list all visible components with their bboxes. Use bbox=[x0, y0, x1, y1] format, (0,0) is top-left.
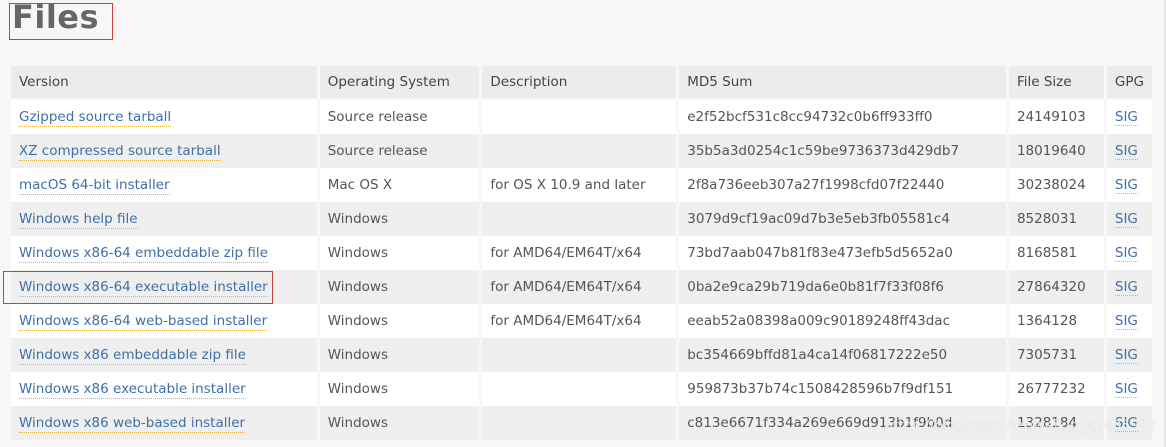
version-link[interactable]: macOS 64-bit installer bbox=[19, 177, 170, 195]
description-cell bbox=[482, 372, 680, 406]
file-size-cell: 8168581 bbox=[1008, 236, 1107, 270]
md5-cell: 3079d9cf19ac09d7b3e5eb3fb05581c4 bbox=[679, 202, 1009, 236]
gpg-cell: SIG bbox=[1106, 100, 1152, 134]
md5-cell: bc354669bffd81a4ca14f06817222e50 bbox=[679, 338, 1009, 372]
file-size-cell: 24149103 bbox=[1008, 100, 1107, 134]
md5-cell: 2f8a736eeb307a27f1998cfd07f22440 bbox=[679, 168, 1009, 202]
table-row: Windows x86-64 executable installer Windo… bbox=[11, 270, 1152, 304]
description-cell bbox=[482, 202, 680, 236]
file-size-cell: 27864320 bbox=[1008, 270, 1107, 304]
gpg-sig-link[interactable]: SIG bbox=[1114, 245, 1138, 262]
gpg-sig-link[interactable]: SIG bbox=[1114, 381, 1138, 398]
table-row: Windows x86-64 web-based installer Window… bbox=[11, 304, 1152, 338]
version-link[interactable]: Windows x86-64 executable installer bbox=[19, 279, 268, 297]
version-cell: Windows x86-64 executable installer bbox=[11, 270, 320, 304]
table-body: Gzipped source tarball Source release e2f5… bbox=[11, 100, 1152, 440]
os-cell: Windows bbox=[319, 304, 483, 338]
version-link[interactable]: Windows x86-64 web-based installer bbox=[19, 313, 268, 331]
table-row: Windows x86-64 embeddable zip file Window… bbox=[11, 236, 1152, 270]
gpg-sig-link[interactable]: SIG bbox=[1114, 347, 1138, 364]
gpg-sig-link[interactable]: SIG bbox=[1114, 143, 1138, 160]
version-cell: Windows x86-64 embeddable zip file bbox=[11, 236, 320, 270]
version-link[interactable]: XZ compressed source tarball bbox=[19, 143, 221, 161]
os-cell: Windows bbox=[319, 202, 483, 236]
version-cell: XZ compressed source tarball bbox=[11, 134, 320, 168]
description-cell bbox=[482, 134, 680, 168]
gpg-sig-link[interactable]: SIG bbox=[1114, 279, 1138, 296]
version-cell: Windows x86 web-based installer bbox=[11, 406, 320, 440]
md5-cell: e2f52bcf531c8cc94732c0b6ff933ff0 bbox=[679, 100, 1009, 134]
os-cell: Mac OS X bbox=[319, 168, 483, 202]
files-page: Files Version Operating System Descripti… bbox=[0, 0, 1166, 447]
os-cell: Windows bbox=[319, 406, 483, 440]
description-cell bbox=[482, 338, 680, 372]
table-row: XZ compressed source tarball Source relea… bbox=[11, 134, 1152, 168]
watermark: https://blog.csdn.net/weixin_42435987 bbox=[884, 418, 1158, 434]
title-annotation-box bbox=[9, 3, 113, 40]
description-cell: for AMD64/EM64T/x64 bbox=[482, 270, 680, 304]
version-link[interactable]: Windows x86 web-based installer bbox=[19, 415, 246, 433]
header-file-size: File Size bbox=[1008, 66, 1107, 100]
table-row: Gzipped source tarball Source release e2f5… bbox=[11, 100, 1152, 134]
os-cell: Source release bbox=[319, 134, 483, 168]
gpg-cell: SIG bbox=[1106, 134, 1152, 168]
header-version: Version bbox=[11, 66, 320, 100]
gpg-cell: SIG bbox=[1106, 202, 1152, 236]
header-operating-system: Operating System bbox=[319, 66, 483, 100]
gpg-sig-link[interactable]: SIG bbox=[1114, 211, 1138, 228]
header-description: Description bbox=[482, 66, 680, 100]
os-cell: Source release bbox=[319, 100, 483, 134]
os-cell: Windows bbox=[319, 236, 483, 270]
os-cell: Windows bbox=[319, 372, 483, 406]
description-cell bbox=[482, 100, 680, 134]
version-cell: Windows x86 executable installer bbox=[11, 372, 320, 406]
version-link[interactable]: Windows x86 embeddable zip file bbox=[19, 347, 246, 365]
version-link[interactable]: Gzipped source tarball bbox=[19, 109, 172, 127]
version-cell: Windows x86 embeddable zip file bbox=[11, 338, 320, 372]
gpg-cell: SIG bbox=[1106, 338, 1152, 372]
version-cell: Gzipped source tarball bbox=[11, 100, 320, 134]
md5-cell: 73bd7aab047b81f83e473efb5d5652a0 bbox=[679, 236, 1009, 270]
description-cell: for OS X 10.9 and later bbox=[482, 168, 680, 202]
table-row: Windows help file Windows 3079d9cf19ac09d7… bbox=[11, 202, 1152, 236]
version-link[interactable]: Windows x86 executable installer bbox=[19, 381, 246, 399]
gpg-cell: SIG bbox=[1106, 270, 1152, 304]
table-header-row: Version Operating System Description MD5… bbox=[11, 66, 1152, 100]
version-cell: Windows x86-64 web-based installer bbox=[11, 304, 320, 338]
version-link[interactable]: Windows help file bbox=[19, 211, 138, 229]
gpg-cell: SIG bbox=[1106, 168, 1152, 202]
md5-cell: eeab52a08398a009c90189248ff43dac bbox=[679, 304, 1009, 338]
table-row: Windows x86 executable installer Windows 9… bbox=[11, 372, 1152, 406]
file-size-cell: 1364128 bbox=[1008, 304, 1107, 338]
gpg-sig-link[interactable]: SIG bbox=[1114, 177, 1138, 194]
file-size-cell: 7305731 bbox=[1008, 338, 1107, 372]
md5-cell: 35b5a3d0254c1c59be9736373d429db7 bbox=[679, 134, 1009, 168]
os-cell: Windows bbox=[319, 270, 483, 304]
description-cell: for AMD64/EM64T/x64 bbox=[482, 236, 680, 270]
file-size-cell: 18019640 bbox=[1008, 134, 1107, 168]
gpg-cell: SIG bbox=[1106, 236, 1152, 270]
description-cell bbox=[482, 406, 680, 440]
file-size-cell: 8528031 bbox=[1008, 202, 1107, 236]
os-cell: Windows bbox=[319, 338, 483, 372]
gpg-cell: SIG bbox=[1106, 304, 1152, 338]
header-md5-sum: MD5 Sum bbox=[679, 66, 1009, 100]
file-size-cell: 30238024 bbox=[1008, 168, 1107, 202]
version-link[interactable]: Windows x86-64 embeddable zip file bbox=[19, 245, 268, 263]
gpg-cell: SIG bbox=[1106, 372, 1152, 406]
table-row: Windows x86 embeddable zip file Windows bc… bbox=[11, 338, 1152, 372]
file-size-cell: 26777232 bbox=[1008, 372, 1107, 406]
md5-cell: 0ba2e9ca29b719da6e0b81f7f33f08f6 bbox=[679, 270, 1009, 304]
md5-cell: 959873b37b74c1508428596b7f9df151 bbox=[679, 372, 1009, 406]
files-table: Version Operating System Description MD5… bbox=[11, 66, 1152, 440]
version-cell: macOS 64-bit installer bbox=[11, 168, 320, 202]
gpg-sig-link[interactable]: SIG bbox=[1114, 313, 1138, 330]
description-cell: for AMD64/EM64T/x64 bbox=[482, 304, 680, 338]
header-gpg: GPG bbox=[1106, 66, 1152, 100]
version-cell: Windows help file bbox=[11, 202, 320, 236]
gpg-sig-link[interactable]: SIG bbox=[1114, 109, 1138, 126]
table-row: macOS 64-bit installer Mac OS Xfor OS X 1… bbox=[11, 168, 1152, 202]
